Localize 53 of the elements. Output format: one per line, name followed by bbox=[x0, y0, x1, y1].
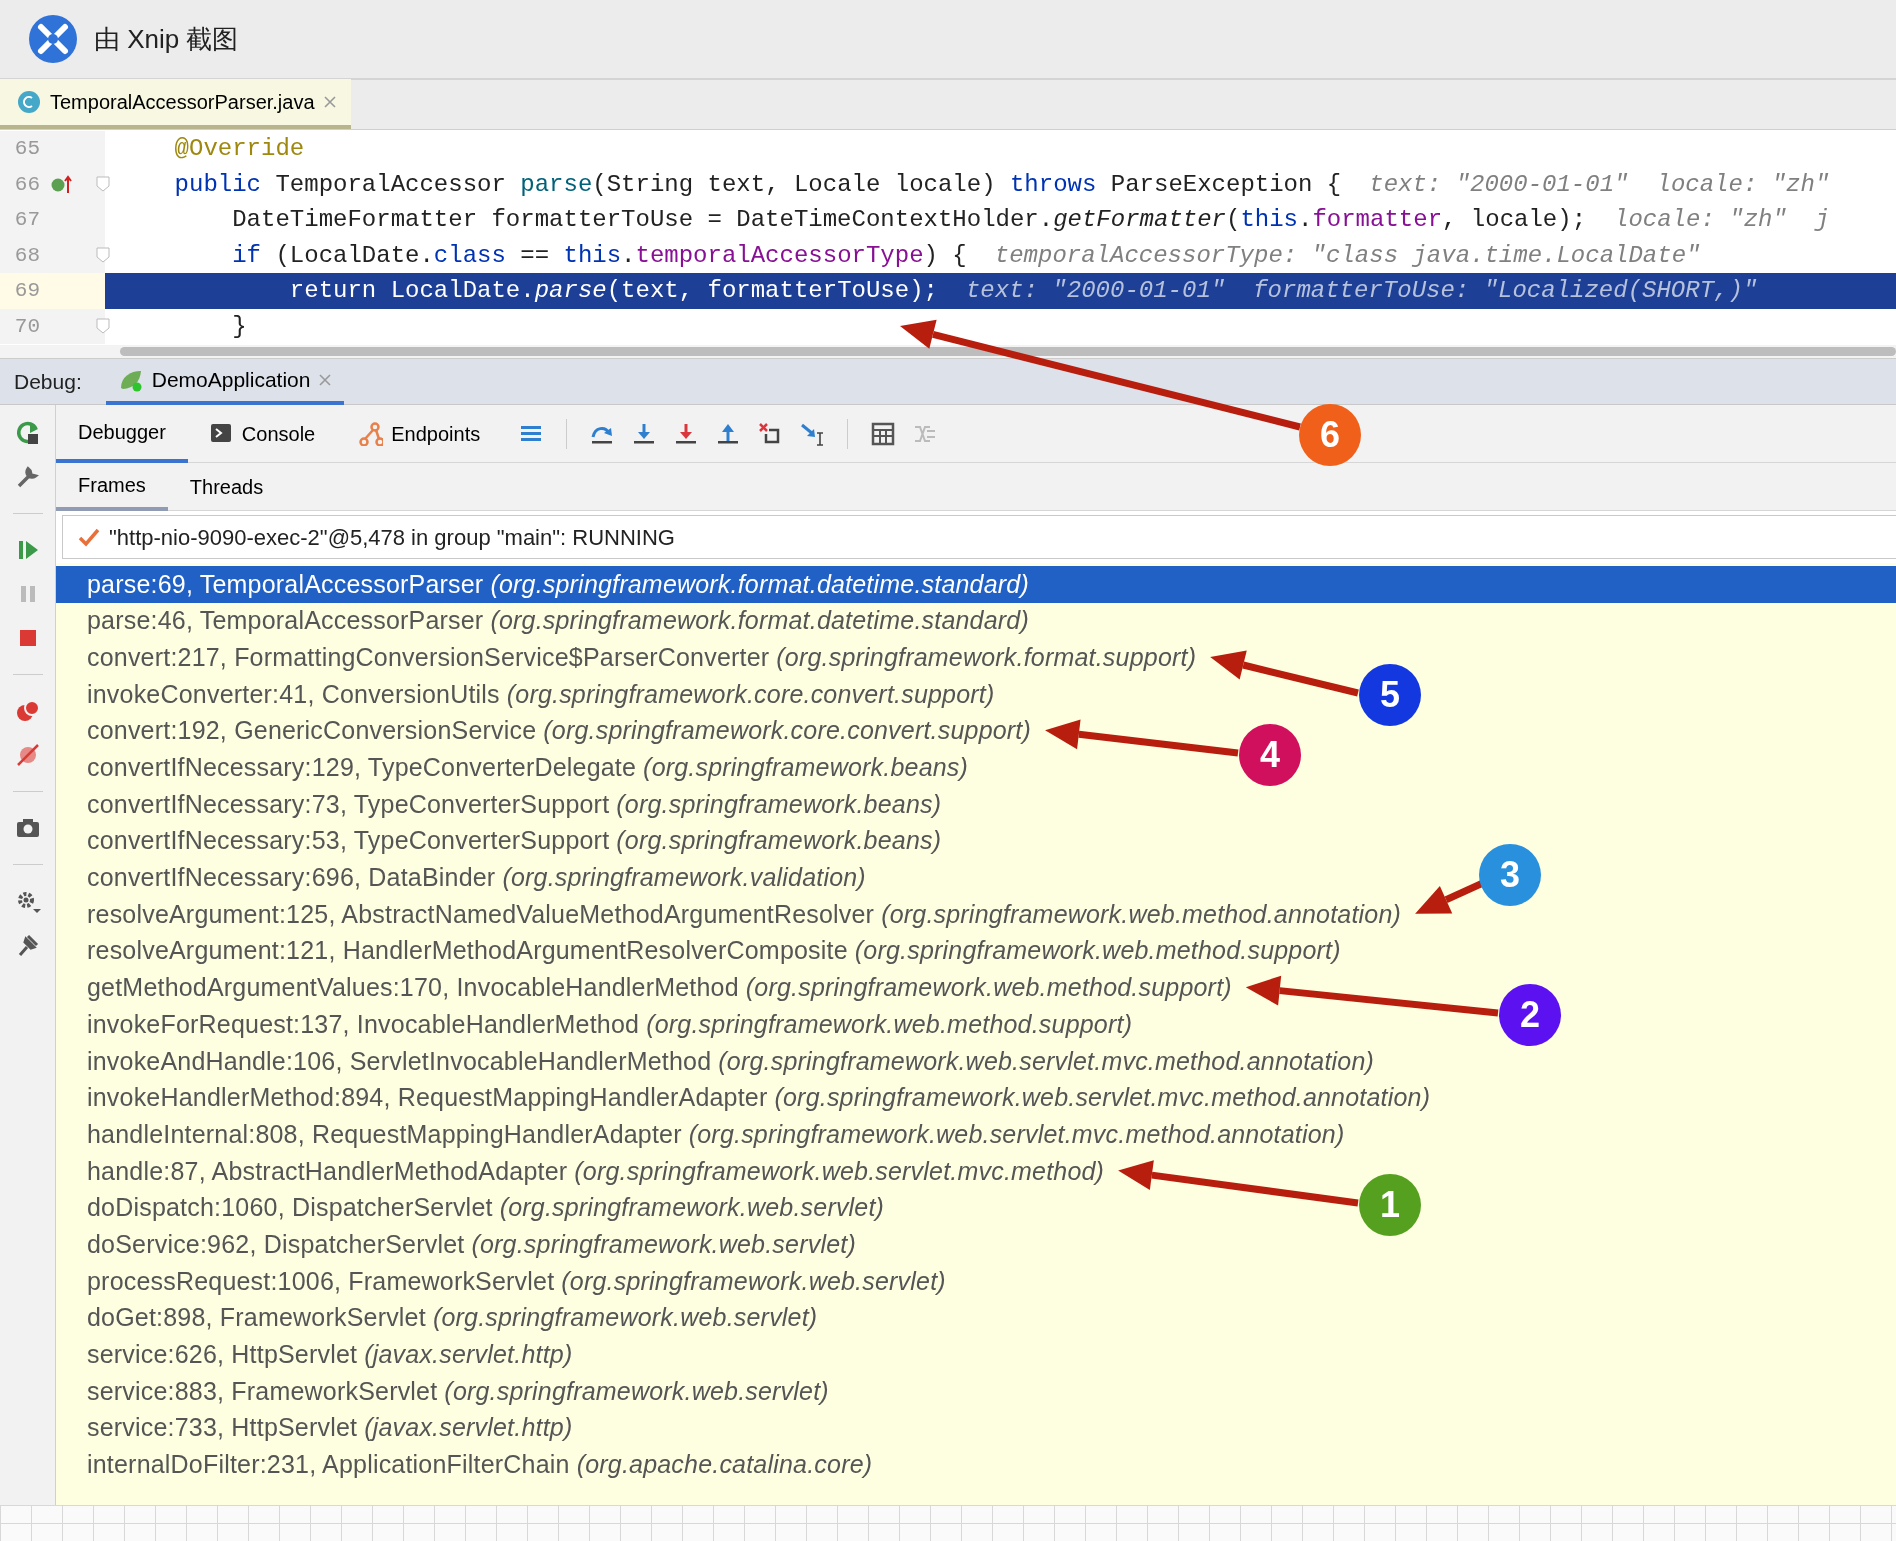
stack-frame[interactable]: convertIfNecessary:53, TypeConverterSupport (org.springframework.beans) bbox=[87, 822, 942, 860]
override-marker-icon bbox=[50, 173, 74, 196]
stack-frame[interactable]: getMethodArgumentValues:170, InvocableHandlerMethod (org.springframework.web.method.support) bbox=[87, 969, 1232, 1007]
code-line: public TemporalAccessor parse(String text, Locale locale) throws ParseException { text: "2000-01-01" locale: "zh" bbox=[173, 169, 1831, 200]
stack-frame[interactable]: service:733, HttpServlet (javax.servlet.http) bbox=[87, 1409, 573, 1447]
horizontal-scrollbar[interactable] bbox=[120, 347, 1896, 356]
view-tab[interactable]: Frames bbox=[56, 462, 168, 511]
stack-frame[interactable]: handle:87, AbstractHandlerMethodAdapter (org.springframework.web.servlet.mvc.method) bbox=[87, 1152, 1105, 1191]
stack-frame[interactable]: invokeForRequest:137, InvocableHandlerMethod (org.springframework.web.method.support) bbox=[87, 1005, 1133, 1044]
file-tab[interactable]: TemporalAccessorParser.java bbox=[0, 79, 351, 129]
line-number: 69 bbox=[13, 278, 40, 304]
view-tab[interactable]: Threads bbox=[167, 462, 286, 511]
tool-tab[interactable]: Console bbox=[187, 404, 338, 463]
stack-frame[interactable]: doGet:898, FrameworkServlet (org.springframework.web.servlet) bbox=[87, 1299, 818, 1337]
close-icon[interactable] bbox=[322, 95, 337, 109]
line-number: 67 bbox=[13, 207, 40, 233]
window-title: 由 Xnip 截图 bbox=[94, 22, 239, 56]
stack-frame[interactable]: doService:962, DispatcherServlet (org.springframework.web.servlet) bbox=[87, 1225, 856, 1264]
stack-frame[interactable]: convertIfNecessary:696, DataBinder (org.springframework.validation) bbox=[87, 859, 866, 897]
line-number: 66 bbox=[13, 171, 40, 198]
stack-frame[interactable]: handleInternal:808, RequestMappingHandlerAdapter (org.springframework.web.servlet.mvc.method.annotation) bbox=[87, 1115, 1345, 1154]
stack-frame[interactable]: invokeConverter:41, ConversionUtils (org.springframework.core.convert.support) bbox=[87, 675, 995, 714]
line-number: 70 bbox=[13, 313, 40, 340]
line-number: 65 bbox=[13, 136, 40, 162]
stack-frame[interactable]: invokeHandlerMethod:894, RequestMappingHandlerAdapter (org.springframework.web.servlet.mvc.method.annotation) bbox=[87, 1079, 1431, 1117]
stack-frame[interactable]: service:626, HttpServlet (javax.servlet.http) bbox=[87, 1336, 573, 1374]
stack-frame[interactable]: doDispatch:1060, DispatcherServlet (org.springframework.web.servlet) bbox=[87, 1189, 885, 1227]
close-icon[interactable] bbox=[318, 372, 333, 387]
stack-frame[interactable]: resolveArgument:121, HandlerMethodArgumentResolverComposite (org.springframework.web.method.support) bbox=[87, 932, 1341, 970]
code-line: DateTimeFormatter formatterToUse = DateTimeContextHolder.getFormatter(this.formatter, locale); locale: "zh" j bbox=[231, 205, 1831, 235]
panel-label: Debug: bbox=[14, 368, 82, 395]
check-icon bbox=[77, 526, 101, 548]
calculator-icon[interactable] bbox=[870, 420, 897, 447]
app-logo-icon bbox=[28, 14, 78, 64]
thread-dropdown[interactable]: "http-nio-9090-exec-2"@5,478 in group "main": RUNNING bbox=[62, 515, 1896, 559]
code-line: if (LocalDate.class == this.temporalAccessorType) { temporalAccessorType: "class java.time.LocalDate" bbox=[231, 240, 1702, 271]
tool-tab[interactable]: Endpoints bbox=[337, 404, 503, 463]
stack-frame[interactable]: parse:69, TemporalAccessorParser (org.springframework.format.datetime.standard) bbox=[87, 565, 1029, 604]
stack-frame[interactable]: convertIfNecessary:129, TypeConverterDelegate (org.springframework.beans) bbox=[87, 749, 969, 787]
class-file-icon bbox=[16, 89, 42, 115]
stack-frame[interactable]: internalDoFilter:231, ApplicationFilterChain (org.apache.catalina.core) bbox=[87, 1446, 873, 1484]
stack-frame[interactable]: service:883, FrameworkServlet (org.springframework.web.servlet) bbox=[87, 1372, 829, 1411]
stack-frame[interactable]: convert:217, FormattingConversionService$ParserConverter (org.springframework.format.support) bbox=[87, 638, 1197, 677]
stack-frame[interactable]: convert:192, GenericConversionService (org.springframework.core.convert.support) bbox=[87, 712, 1032, 750]
stack-frame[interactable]: resolveArgument:125, AbstractNamedValueMethodArgumentResolver (org.springframework.web.method.annotation) bbox=[87, 895, 1402, 934]
code-line: @Override bbox=[173, 134, 306, 164]
stack-frame[interactable]: invokeAndHandle:106, ServletInvocableHandlerMethod (org.springframework.web.servlet.mvc.method.annotation) bbox=[87, 1042, 1374, 1081]
code-line: } bbox=[231, 311, 248, 342]
line-number: 68 bbox=[13, 242, 40, 269]
stack-frame[interactable]: parse:46, TemporalAccessorParser (org.springframework.format.datetime.standard) bbox=[87, 602, 1029, 640]
stack-frame[interactable]: processRequest:1006, FrameworkServlet (org.springframework.web.servlet) bbox=[87, 1262, 946, 1301]
stack-frame[interactable]: convertIfNecessary:73, TypeConverterSupport (org.springframework.beans) bbox=[87, 785, 942, 824]
network-icon bbox=[359, 421, 384, 446]
